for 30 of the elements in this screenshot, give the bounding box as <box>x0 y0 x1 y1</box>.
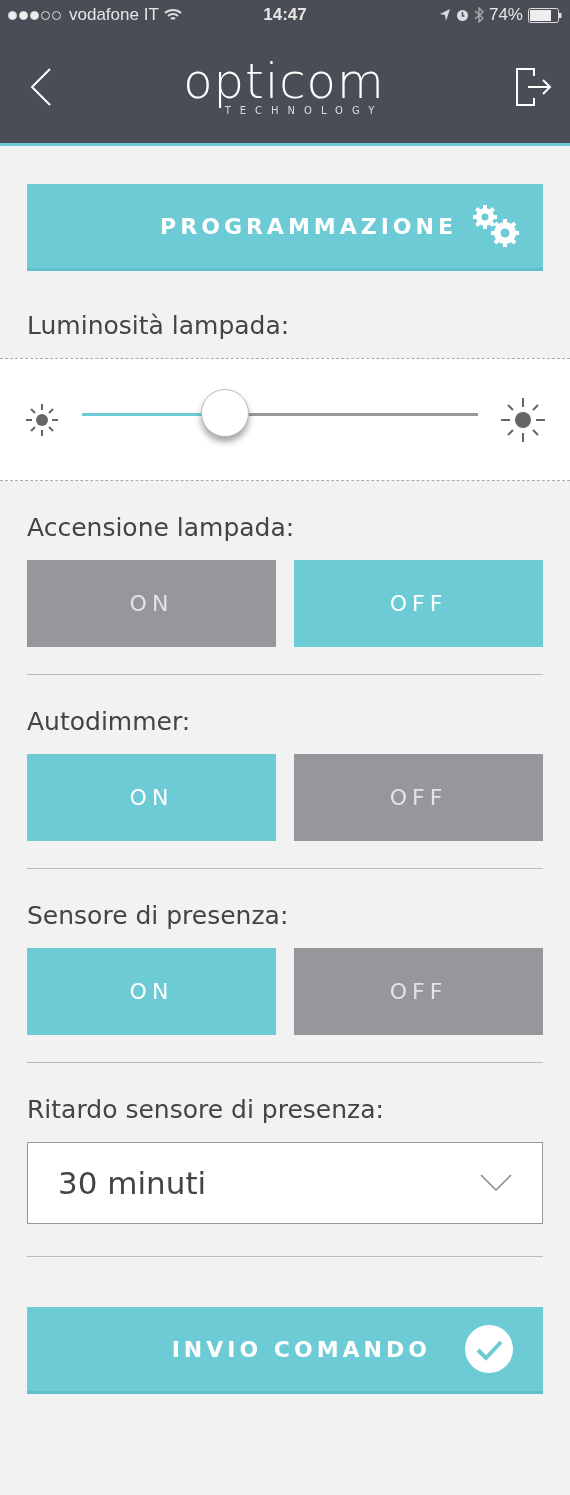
send-command-button[interactable]: INVIO COMANDO <box>27 1307 543 1394</box>
programming-button[interactable]: PROGRAMMAZIONE <box>27 184 543 271</box>
toggle-button[interactable]: ON <box>27 754 276 841</box>
setting-label: Sensore di presenza: <box>27 901 290 930</box>
battery-icon <box>528 7 562 23</box>
battery-percent: 74% <box>488 5 523 25</box>
alarm-icon <box>455 8 469 22</box>
wifi-icon <box>163 8 182 22</box>
toggle-button[interactable]: ON <box>27 560 276 647</box>
logout-icon[interactable] <box>516 67 552 106</box>
toggle-button[interactable]: ON <box>27 948 276 1035</box>
high-brightness-icon <box>500 396 546 443</box>
delay-label: Ritardo sensore di presenza: <box>27 1095 385 1124</box>
logo-tagline: TECHNOLOGY <box>224 105 384 116</box>
delay-dropdown[interactable]: 30 minuti <box>27 1142 543 1224</box>
back-icon[interactable] <box>30 67 52 106</box>
setting-label: Autodimmer: <box>27 707 192 736</box>
location-icon <box>438 8 451 22</box>
toggle-button[interactable]: OFF <box>294 948 543 1035</box>
check-icon <box>465 1325 513 1373</box>
brightness-label: Luminosità lampada: <box>27 311 291 340</box>
low-brightness-icon <box>24 401 60 438</box>
bluetooth-icon <box>473 7 484 23</box>
carrier-name: vodafone IT <box>69 5 159 25</box>
chevron-down-icon <box>480 1174 512 1192</box>
toggle-button[interactable]: OFF <box>294 560 543 647</box>
gears-icon <box>471 204 521 248</box>
clock-time: 14:47 <box>263 5 307 25</box>
toggle-button[interactable]: OFF <box>294 754 543 841</box>
setting-label: Accensione lampada: <box>27 513 296 542</box>
